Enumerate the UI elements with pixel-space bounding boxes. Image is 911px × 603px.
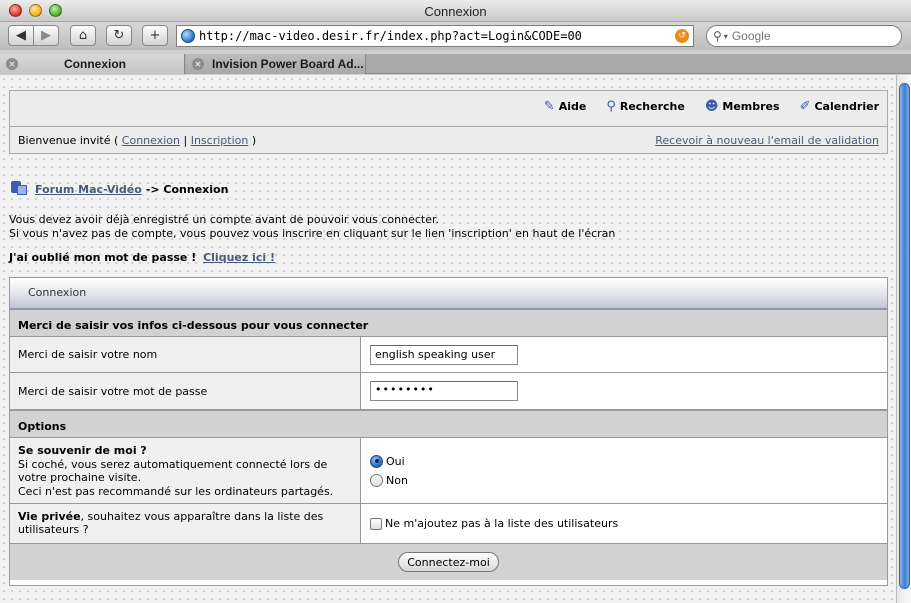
intro-text: Vous devez avoir déjà enregistré un comp… [9, 213, 615, 240]
resend-validation-link[interactable]: Recevoir à nouveau l'email de validation [655, 134, 879, 147]
add-bookmark-button[interactable]: + [142, 25, 168, 46]
remember-me-warning: Ceci n'est pas recommandé sur les ordina… [18, 484, 334, 498]
remember-yes-radio[interactable]: Oui [370, 454, 408, 468]
chevron-down-icon[interactable]: ▾ [724, 32, 728, 41]
tab-connexion[interactable]: ✕ Connexion [0, 54, 185, 74]
home-icon: ⌂ [78, 28, 88, 43]
tab-label: Connexion [64, 57, 126, 71]
intro-line: Si vous n'avez pas de compte, vous pouve… [9, 226, 616, 240]
checkbox-label: Ne m'ajoutez pas à la liste des utilisat… [385, 517, 619, 530]
window-titlebar: Connexion [0, 0, 911, 22]
intro-line: Vous devez avoir déjà enregistré un comp… [9, 213, 439, 226]
options-title: Options [10, 410, 887, 438]
form-header: Connexion [10, 278, 887, 309]
remember-me-row: Se souvenir de moi ? Si coché, vous sere… [10, 438, 887, 504]
help-icon: ✎ [543, 99, 555, 114]
close-tab-icon[interactable]: ✕ [192, 58, 204, 70]
nav-link-label: Recherche [619, 100, 685, 113]
breadcrumb-forum-link[interactable]: Forum Mac-Vidéo [35, 183, 142, 196]
nav-calendar-link[interactable]: ✐ Calendrier [800, 99, 879, 114]
tab-label: Invision Power Board Ad... [212, 57, 364, 71]
login-submit-button[interactable]: Connectez-moi [398, 552, 499, 572]
radio-unselected-icon[interactable] [370, 473, 383, 487]
page-viewport: ✎ Aide ⚲ Recherche ☻ Membres ✐ Calendrier Bi… [0, 75, 896, 603]
close-tab-icon[interactable]: ✕ [6, 58, 18, 70]
nav-link-label: Aide [558, 100, 587, 113]
address-bar[interactable]: http://mac-video.desir.fr/index.php?act=… [176, 25, 694, 47]
username-input[interactable] [370, 344, 518, 365]
members-icon: ☻ [704, 99, 719, 114]
search-icon: ⚲ [713, 29, 722, 43]
nav-help-link[interactable]: ✎ Aide [544, 99, 587, 114]
remember-no-radio[interactable]: Non [370, 473, 408, 487]
tab-bar: ✕ Connexion ✕ Invision Power Board Ad... [0, 54, 911, 74]
privacy-title: Vie privée [18, 510, 81, 523]
nav-link-label: Membres [722, 100, 780, 113]
window-title: Connexion [424, 4, 487, 19]
username-label: Merci de saisir votre nom [10, 337, 361, 372]
snapback-icon[interactable]: ↺ [675, 29, 689, 43]
password-row: Merci de saisir votre mot de passe •••••… [10, 373, 887, 410]
forgot-password-link[interactable]: Cliquez ici ! [203, 251, 275, 264]
submit-row: Connectez-moi [10, 544, 887, 580]
radio-selected-icon[interactable] [370, 454, 383, 468]
forum-navbar: ✎ Aide ⚲ Recherche ☻ Membres ✐ Calendrier [9, 90, 888, 126]
reload-icon: ↻ [113, 28, 125, 43]
url-text[interactable]: http://mac-video.desir.fr/index.php?act=… [199, 29, 675, 43]
nav-members-link[interactable]: ☻ Membres [705, 99, 780, 114]
plus-icon: + [149, 28, 161, 43]
forum-icon [9, 181, 29, 197]
scrollbar-thumb[interactable] [899, 83, 910, 589]
globe-icon [181, 29, 195, 43]
nav-search-link[interactable]: ⚲ Recherche [606, 99, 685, 114]
reload-button[interactable]: ↻ [106, 25, 132, 46]
privacy-row: Vie privée, souhaitez vous apparaître da… [10, 504, 887, 544]
breadcrumb-current: -> Connexion [145, 182, 229, 196]
login-link[interactable]: Connexion [122, 134, 180, 147]
forward-button[interactable]: ▶ [33, 25, 59, 46]
password-label: Merci de saisir votre mot de passe [10, 373, 361, 409]
forward-arrow-icon: ▶ [41, 28, 51, 43]
back-arrow-icon: ◀ [16, 28, 26, 43]
close-paren: ) [251, 133, 257, 147]
browser-toolbar: ◀ ▶ ⌂ ↻ + http://mac-video.desir.fr/inde… [0, 22, 911, 50]
nav-link-label: Calendrier [814, 100, 879, 113]
remember-me-title: Se souvenir de moi ? [18, 444, 147, 457]
search-input[interactable] [731, 29, 882, 43]
form-section-title: Merci de saisir vos infos ci-dessous pou… [10, 309, 887, 337]
tab-invision-admin[interactable]: ✕ Invision Power Board Ad... [186, 54, 366, 74]
breadcrumb: Forum Mac-Vidéo -> Connexion [9, 181, 228, 197]
separator: | [183, 133, 188, 147]
login-form: Connexion Merci de saisir vos infos ci-d… [9, 277, 888, 586]
radio-label: Non [386, 473, 408, 487]
search-field[interactable]: ⚲ ▾ [706, 25, 902, 47]
remember-me-description: Si coché, vous serez automatiquement con… [18, 457, 328, 485]
checkbox-icon[interactable] [370, 517, 382, 530]
welcome-text: Bienvenue invité ( [18, 133, 119, 147]
calendar-icon: ✐ [799, 99, 811, 114]
hide-from-list-checkbox[interactable]: Ne m'ajoutez pas à la liste des utilisat… [370, 517, 618, 530]
user-bar: Bienvenue invité ( Connexion | Inscripti… [9, 126, 888, 154]
password-input[interactable]: •••••••• [370, 381, 518, 401]
vertical-scrollbar[interactable] [896, 75, 911, 603]
forgot-password: J'ai oublié mon mot de passe ! Cliquez i… [9, 251, 275, 264]
register-link[interactable]: Inscription [191, 134, 249, 147]
search-icon: ⚲ [606, 99, 616, 114]
forgot-password-text: J'ai oublié mon mot de passe ! [9, 251, 197, 264]
radio-label: Oui [386, 454, 405, 468]
home-button[interactable]: ⌂ [70, 25, 96, 46]
back-button[interactable]: ◀ [8, 25, 34, 46]
username-row: Merci de saisir votre nom [10, 337, 887, 373]
